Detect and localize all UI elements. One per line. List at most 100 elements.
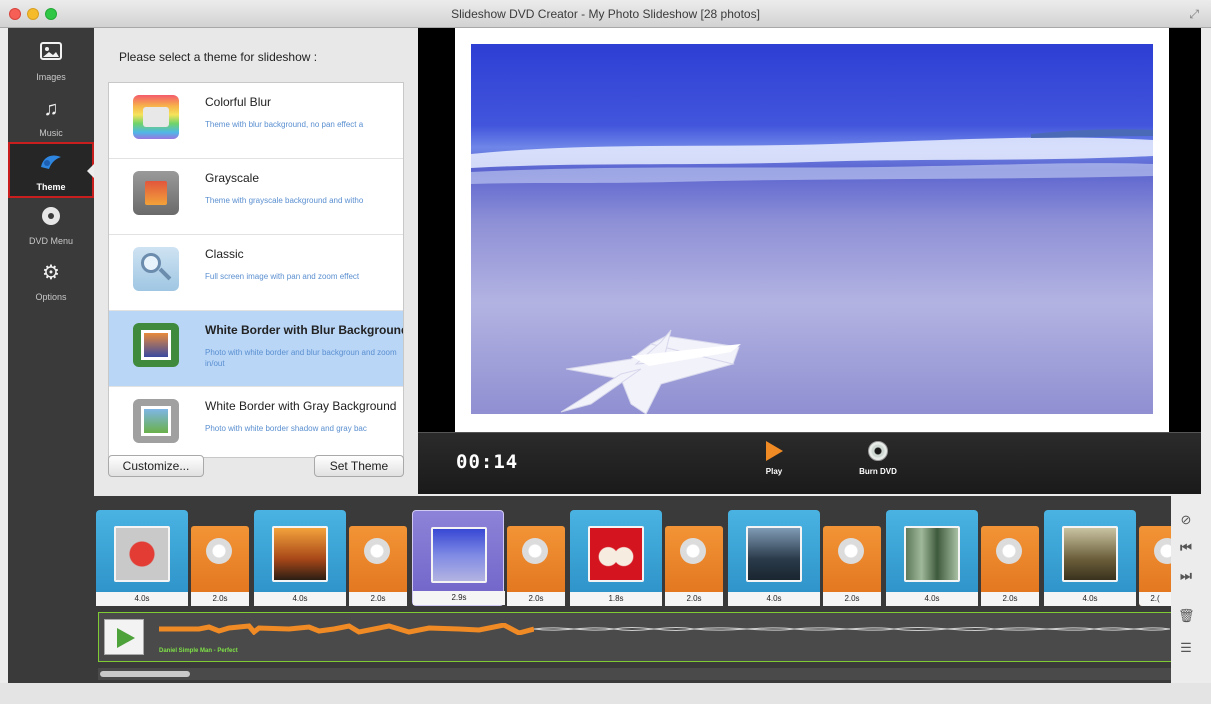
- panel-title: Please select a theme for slideshow :: [119, 50, 318, 64]
- preview-photo: [471, 44, 1153, 414]
- play-label: Play: [765, 467, 783, 476]
- theme-icon: [38, 151, 64, 175]
- theme-name: Grayscale: [205, 171, 260, 185]
- transition-block[interactable]: 2.0s: [349, 526, 407, 606]
- set-theme-button[interactable]: Set Theme: [314, 455, 404, 477]
- slide-duration: 4.0s: [96, 592, 188, 606]
- play-button[interactable]: Play: [744, 441, 804, 476]
- theme-description: Theme with blur background, no pan effec…: [205, 120, 364, 129]
- slide-image: [904, 526, 960, 582]
- active-indicator: [87, 164, 94, 178]
- theme-description: Photo with white border shadow and gray …: [205, 424, 367, 433]
- classic-thumbnail: [133, 247, 179, 291]
- player-controlbar: 00:14 Play Burn DVD: [418, 432, 1201, 494]
- timecode: 00:14: [456, 451, 519, 473]
- transition-icon: [364, 538, 390, 564]
- image-icon: [38, 41, 64, 65]
- sidebar-item-label: Images: [36, 72, 66, 82]
- transition-duration: 2.0s: [191, 592, 249, 606]
- gear-icon: ⚙: [42, 262, 60, 284]
- audio-track-title: Daniel Simple Man - Perfect: [159, 648, 238, 654]
- rotate-icon[interactable]: ⊘: [1178, 512, 1194, 528]
- theme-name: Colorful Blur: [205, 95, 272, 109]
- fullscreen-icon[interactable]: ⤢: [1189, 7, 1199, 22]
- preview-area: [418, 28, 1201, 432]
- slide-thumbnail[interactable]: 4.0s: [96, 510, 188, 606]
- slide-duration: 4.0s: [254, 592, 346, 606]
- slide-duration: 1.8s: [570, 592, 662, 606]
- audio-play-button[interactable]: [104, 619, 144, 655]
- theme-name: White Border with Gray Background: [205, 399, 397, 413]
- slide-image: [431, 527, 487, 583]
- sidebar-item-label: Music: [39, 128, 63, 138]
- grayscale-thumbnail: [133, 171, 179, 215]
- skip-next-icon[interactable]: ⏭: [1178, 568, 1194, 584]
- skip-previous-icon[interactable]: ⏮: [1178, 540, 1194, 556]
- sidebar-item-music[interactable]: ♫ Music: [8, 90, 94, 146]
- transition-block[interactable]: 2.0s: [191, 526, 249, 606]
- status-strip: [0, 683, 1211, 704]
- play-icon: [117, 628, 135, 648]
- slide-duration: 4.0s: [1044, 592, 1136, 606]
- slide-thumbnail[interactable]: 4.0s: [254, 510, 346, 606]
- theme-item-classic[interactable]: Classic Full screen image with pan and z…: [109, 235, 403, 311]
- theme-list[interactable]: Colorful Blur Theme with blur background…: [108, 82, 404, 458]
- slide-thumbnail[interactable]: 4.0s: [886, 510, 978, 606]
- slide-image: [1062, 526, 1118, 582]
- slide-image: [114, 526, 170, 582]
- theme-item-grayscale[interactable]: Grayscale Theme with grayscale backgroun…: [109, 159, 403, 235]
- transition-block[interactable]: 2.0s: [981, 526, 1039, 606]
- audio-waveform-played: [159, 623, 534, 635]
- slide-image: [272, 526, 328, 582]
- sidebar-item-label: DVD Menu: [28, 236, 73, 246]
- timeline-scrollbar[interactable]: [98, 668, 1171, 680]
- theme-name: Classic: [205, 247, 244, 261]
- slide-thumbnail[interactable]: 4.0s: [728, 510, 820, 606]
- transition-block[interactable]: 2.0s: [507, 526, 565, 606]
- timeline[interactable]: 4.0s 2.0s 4.0s 2.0s 2.9s 2.0s 1.8s 2.0s …: [94, 496, 1171, 683]
- slide-image: [588, 526, 644, 582]
- white-border-blur-thumbnail: [133, 323, 179, 367]
- slide-thumbnail[interactable]: 1.8s: [570, 510, 662, 606]
- customize-button[interactable]: Customize...: [108, 455, 204, 477]
- burn-dvd-button[interactable]: Burn DVD: [848, 441, 908, 476]
- sidebar-item-images[interactable]: Images: [8, 34, 94, 90]
- theme-description: Photo with white border and blur backgro…: [205, 348, 397, 368]
- window-titlebar: Slideshow DVD Creator - My Photo Slidesh…: [0, 0, 1211, 28]
- trash-icon[interactable]: 🗑: [1178, 608, 1195, 624]
- play-icon: [765, 441, 783, 461]
- theme-name: White Border with Blur Background: [205, 323, 404, 337]
- transition-block[interactable]: 2.0s: [823, 526, 881, 606]
- list-icon[interactable]: ☰: [1178, 640, 1194, 656]
- theme-description: Theme with grayscale background and with…: [205, 196, 364, 205]
- sidebar-item-dvd-menu[interactable]: DVD Menu: [8, 198, 94, 254]
- transition-icon: [1154, 538, 1171, 564]
- audio-waveform-remaining: [534, 627, 1170, 631]
- sidebar-item-label: Theme: [36, 182, 66, 192]
- sidebar-item-theme[interactable]: Theme: [8, 142, 94, 198]
- slide-duration: 4.0s: [886, 592, 978, 606]
- theme-item-white-border-blur[interactable]: White Border with Blur Background Photo …: [109, 311, 404, 387]
- transition-icon: [680, 538, 706, 564]
- transition-icon: [996, 538, 1022, 564]
- colorful-blur-thumbnail: [133, 95, 179, 139]
- transition-duration: 2.0s: [665, 592, 723, 606]
- transition-duration: 2.0s: [981, 592, 1039, 606]
- scrollbar-thumb[interactable]: [100, 671, 190, 677]
- transition-block[interactable]: 2.0s: [665, 526, 723, 606]
- sidebar-item-label: Options: [35, 292, 67, 302]
- theme-item-white-border-gray[interactable]: White Border with Gray Background Photo …: [109, 387, 403, 457]
- slide-image: [746, 526, 802, 582]
- sidebar-item-options[interactable]: ⚙ Options: [8, 254, 94, 310]
- dvd-icon: [38, 205, 64, 229]
- transition-block[interactable]: 2.(: [1139, 526, 1171, 606]
- slide-thumbnail-selected[interactable]: 2.9s: [412, 510, 505, 606]
- audio-track[interactable]: Daniel Simple Man - Perfect: [98, 612, 1171, 662]
- disc-icon: [868, 441, 888, 461]
- sidebar: Images ♫ Music Theme DVD Menu ⚙ Options: [8, 28, 94, 683]
- burn-dvd-label: Burn DVD: [859, 467, 897, 476]
- transition-icon: [522, 538, 548, 564]
- theme-item-colorful-blur[interactable]: Colorful Blur Theme with blur background…: [109, 83, 403, 159]
- transition-icon: [838, 538, 864, 564]
- slide-thumbnail[interactable]: 4.0s: [1044, 510, 1136, 606]
